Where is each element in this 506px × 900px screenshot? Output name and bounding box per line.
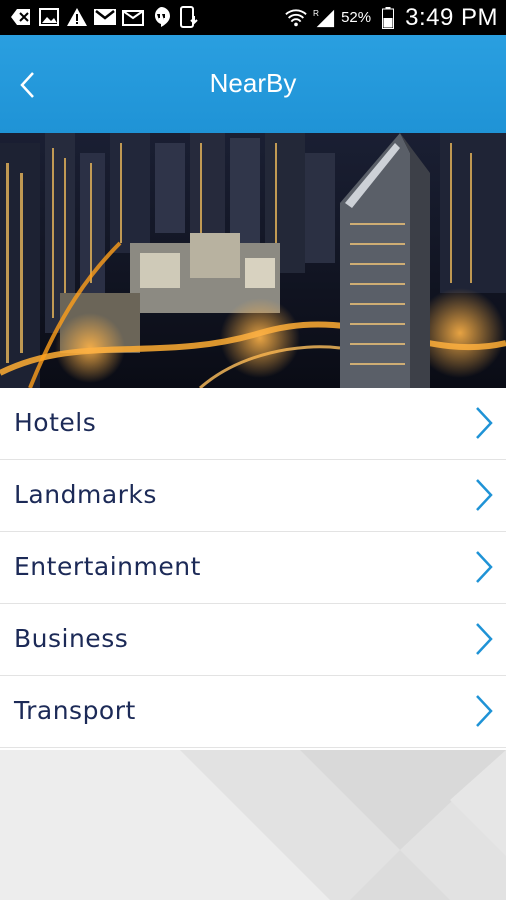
signal-icon: R	[313, 7, 335, 29]
chevron-right-icon	[476, 551, 493, 583]
status-bar: R 52% 3:49 PM	[0, 0, 506, 35]
list-item-entertainment[interactable]: Entertainment	[0, 532, 506, 604]
chevron-right-icon	[476, 479, 493, 511]
list-item-landmarks[interactable]: Landmarks	[0, 460, 506, 532]
nearby-category-list: Hotels Landmarks Entertainment Business …	[0, 388, 506, 748]
chevron-right-icon	[476, 407, 493, 439]
list-item-label: Business	[14, 624, 129, 653]
system-icons: R 52% 3:49 PM	[285, 0, 498, 35]
wifi-icon	[285, 7, 307, 29]
battery-percent: 52%	[341, 9, 372, 26]
svg-text:R: R	[313, 9, 319, 18]
battery-icon	[377, 6, 399, 29]
decorative-background	[0, 750, 506, 900]
hangouts-icon	[150, 6, 172, 28]
chevron-right-icon	[476, 623, 493, 655]
hero-city-image	[0, 133, 506, 388]
list-item-label: Entertainment	[14, 552, 201, 581]
app-bar: NearBy	[0, 35, 506, 133]
phone-download-icon	[178, 6, 200, 28]
image-icon	[38, 6, 60, 28]
warning-icon	[66, 6, 88, 28]
chevron-right-icon	[476, 695, 493, 727]
list-item-label: Transport	[14, 696, 136, 725]
list-item-label: Landmarks	[14, 480, 157, 509]
gmail-icon	[94, 6, 116, 28]
clock: 3:49 PM	[405, 3, 498, 31]
list-item-business[interactable]: Business	[0, 604, 506, 676]
list-item-hotels[interactable]: Hotels	[0, 388, 506, 460]
back-icon	[10, 6, 32, 28]
notification-icons	[10, 6, 200, 28]
mail-icon	[122, 6, 144, 28]
list-item-label: Hotels	[14, 408, 97, 437]
page-title: NearBy	[209, 68, 297, 98]
list-item-transport[interactable]: Transport	[0, 676, 506, 748]
